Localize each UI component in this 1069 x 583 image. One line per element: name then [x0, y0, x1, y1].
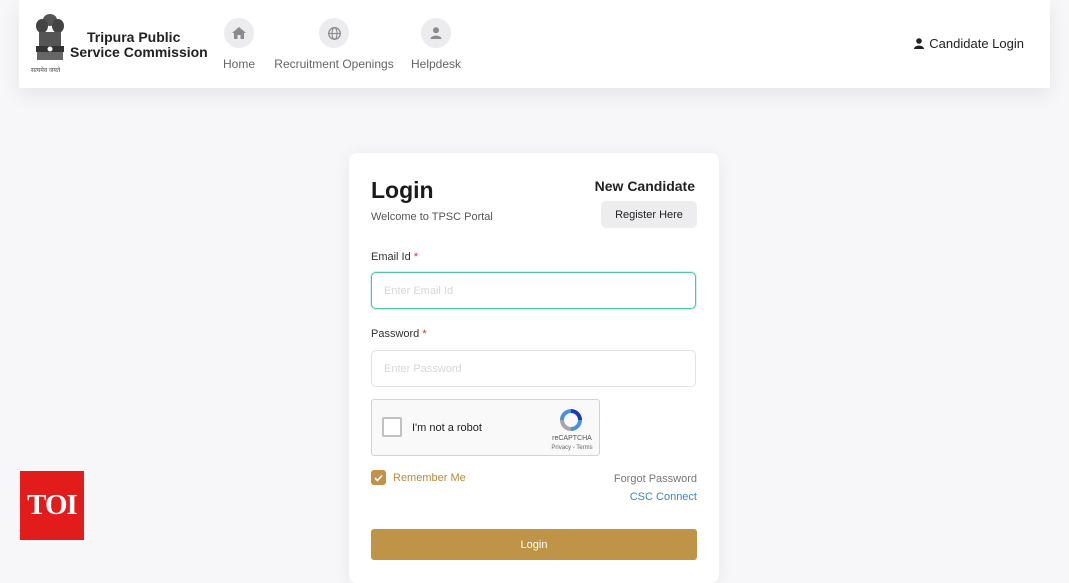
email-input[interactable]: [371, 272, 696, 309]
new-candidate-label: New Candidate: [594, 178, 695, 194]
recaptcha-terms-link[interactable]: Privacy - Terms: [541, 445, 603, 451]
required-mark: *: [413, 251, 419, 263]
required-mark: *: [422, 328, 427, 340]
recaptcha-checkbox[interactable]: [382, 417, 402, 437]
nav-home[interactable]: Home: [223, 18, 255, 71]
login-button[interactable]: Login: [371, 529, 697, 560]
candidate-login-link[interactable]: Candidate Login: [914, 36, 1024, 51]
candidate-login-label: Candidate Login: [929, 36, 1024, 51]
user-icon: [914, 38, 925, 49]
globe-icon-circle: [319, 18, 349, 48]
globe-icon: [327, 26, 341, 40]
nav-helpdesk-label: Helpdesk: [410, 57, 462, 71]
login-card: Login Welcome to TPSC Portal New Candida…: [349, 153, 719, 583]
home-icon-circle: [224, 18, 254, 48]
remember-me[interactable]: Remember Me: [371, 470, 466, 485]
forgot-password-link[interactable]: Forgot Password: [614, 473, 697, 485]
login-subtitle: Welcome to TPSC Portal: [371, 211, 493, 223]
recaptcha-brand: reCAPTCHA: [552, 435, 592, 442]
top-header: सत्यमेव जयते Tripura Public Service Comm…: [19, 0, 1050, 88]
nav-recruitment-openings[interactable]: Recruitment Openings: [274, 18, 394, 71]
brand-line-2: Service Commission: [70, 44, 208, 60]
password-label-text: Password: [371, 328, 420, 340]
recaptcha-logo-icon: [560, 409, 582, 431]
user-icon: [430, 27, 442, 39]
home-icon: [232, 27, 246, 39]
remember-me-label: Remember Me: [393, 471, 466, 484]
password-input[interactable]: [371, 350, 696, 387]
register-button[interactable]: Register Here: [601, 201, 697, 228]
recaptcha-widget: I'm not a robot reCAPTCHA Privacy - Term…: [371, 399, 600, 456]
nav-recruitment-label: Recruitment Openings: [274, 57, 394, 71]
brand-line-1: Tripura Public: [87, 29, 181, 45]
email-label-text: Email Id: [371, 251, 411, 263]
emblem-motto: सत्यमेव जयते: [31, 68, 61, 74]
toi-logo: TOI: [20, 471, 84, 540]
login-title: Login: [371, 177, 434, 203]
recaptcha-label: I'm not a robot: [412, 422, 482, 434]
brand-name[interactable]: Tripura Public Service Commission: [70, 30, 208, 60]
email-label: Email Id *: [371, 251, 418, 263]
user-icon-circle: [421, 18, 451, 48]
remember-me-checkbox[interactable]: [371, 470, 386, 485]
password-label: Password *: [371, 328, 427, 340]
nav-helpdesk[interactable]: Helpdesk: [411, 18, 461, 71]
csc-connect-link[interactable]: CSC Connect: [630, 491, 697, 503]
checkmark-icon: [374, 474, 383, 482]
